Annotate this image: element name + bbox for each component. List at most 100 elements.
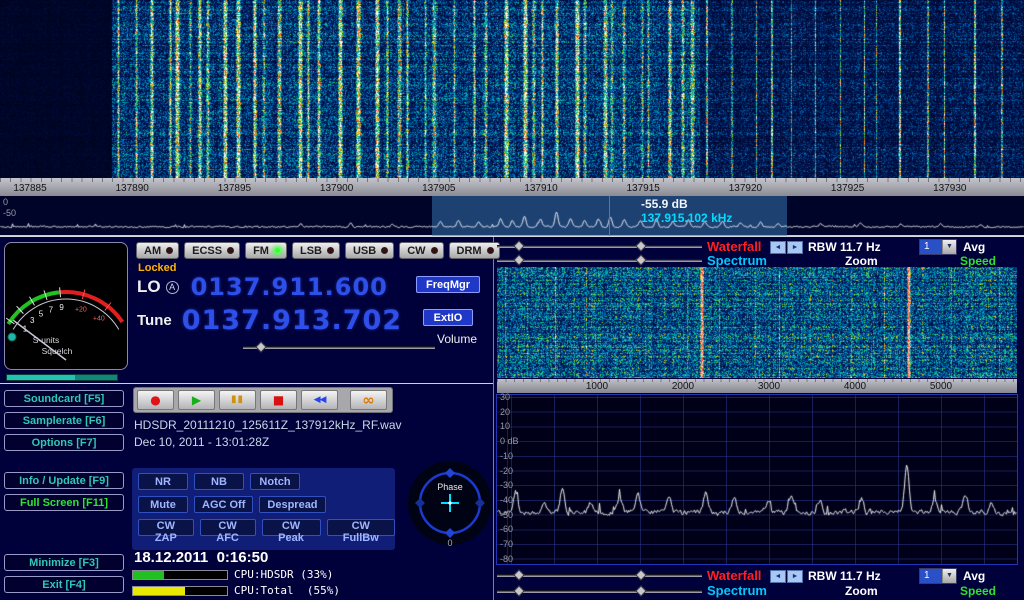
speed-label: Speed: [960, 584, 996, 598]
sidebar-button[interactable]: Full Screen [F11]: [4, 494, 124, 511]
dsp-button[interactable]: CW AFC: [200, 519, 256, 536]
db-axis-label: -50: [3, 208, 16, 218]
mode-button[interactable]: CW: [399, 242, 443, 259]
stop-button[interactable]: ■: [260, 390, 297, 410]
slider-thumb[interactable]: [635, 569, 646, 580]
dsp-button[interactable]: NB: [194, 473, 244, 490]
avg-label: Avg: [963, 240, 985, 254]
recording-file-date: Dec 10, 2011 - 13:01:28Z: [134, 435, 269, 449]
sidebar-button[interactable]: Info / Update [F9]: [4, 472, 124, 489]
mode-led-icon: [381, 247, 388, 254]
svg-text:5: 5: [39, 310, 44, 319]
zoom-out-button[interactable]: ◄: [770, 241, 786, 254]
ruler-tick-label: 5000: [930, 381, 952, 392]
mode-button[interactable]: USB: [345, 242, 394, 259]
record-icon: ●: [150, 394, 160, 406]
tune-label: Tune: [137, 312, 172, 329]
audio-waterfall-display[interactable]: [497, 267, 1017, 378]
volume-label: Volume: [437, 332, 477, 346]
main-panel: 1 3 5 7 9 +20 +40 S-units Squelch Soundc…: [0, 236, 1024, 600]
waterfall-brightness-slider[interactable]: [497, 569, 702, 581]
slider-thumb[interactable]: [513, 240, 524, 251]
dsp-button[interactable]: Despread: [259, 496, 325, 513]
rewind-button[interactable]: ◀◀: [301, 390, 338, 410]
dsp-button[interactable]: CW ZAP: [138, 519, 194, 536]
pause-button[interactable]: ▮▮: [219, 390, 256, 410]
spectrum-range-slider[interactable]: [497, 254, 702, 266]
mode-button[interactable]: AM: [136, 242, 179, 259]
audio-spectrum-display[interactable]: 3020100 dB-10-20-30-40-50-60-70-80: [496, 394, 1018, 565]
spectrum-range-slider[interactable]: [497, 585, 702, 597]
freqmgr-button[interactable]: FreqMgr: [416, 276, 480, 293]
sidebar-button[interactable]: Soundcard [F5]: [4, 390, 124, 407]
slider-thumb[interactable]: [513, 585, 524, 596]
db-axis-label: 0 dB: [500, 436, 519, 446]
extio-button[interactable]: ExtIO: [423, 309, 473, 326]
db-axis-label: -40: [500, 495, 513, 505]
loop-icon: ∞: [362, 393, 375, 408]
frequency-ruler[interactable]: 1378851378901378951379001379051379101379…: [0, 178, 1024, 196]
mode-led-icon: [227, 247, 234, 254]
sidebar-button[interactable]: Exit [F4]: [4, 576, 124, 593]
record-button[interactable]: ●: [137, 390, 174, 410]
waterfall-brightness-slider[interactable]: [497, 240, 702, 252]
sidebar-button[interactable]: Options [F7]: [4, 434, 124, 451]
spectrum-label: Spectrum: [707, 253, 767, 268]
tune-frequency-display[interactable]: 0137.913.702: [182, 305, 402, 336]
svg-text:Phase: Phase: [437, 482, 463, 492]
avg-count-select[interactable]: 1 ▼: [919, 239, 957, 255]
sidebar-button[interactable]: Samplerate [F6]: [4, 412, 124, 429]
cpu-meter-row: CPU:HDSDR (33%): [132, 568, 340, 581]
cpu-meters: CPU:HDSDR (33%) CPU:Total (55%): [132, 568, 340, 597]
zoom-label: Zoom: [845, 584, 878, 598]
mode-button[interactable]: ECSS: [184, 242, 240, 259]
ruler-tick-label: 137905: [422, 183, 455, 194]
dsp-button[interactable]: CW FullBw: [327, 519, 395, 536]
svg-text:Squelch: Squelch: [42, 346, 73, 356]
dsp-button[interactable]: NR: [138, 473, 188, 490]
zoom-in-button[interactable]: ►: [787, 570, 803, 583]
db-axis-label: -70: [500, 539, 513, 549]
audio-frequency-ruler[interactable]: 10002000300040005000: [497, 379, 1017, 393]
ruler-tick-label: 137930: [933, 183, 966, 194]
svg-text:0: 0: [447, 538, 452, 548]
lo-frequency-display[interactable]: 0137.911.600: [191, 273, 388, 301]
sidebar-button[interactable]: Minimize [F3]: [4, 554, 124, 571]
slider-thumb[interactable]: [513, 569, 524, 580]
mode-button-row: AM ECSS FM LSB U: [136, 242, 500, 259]
slider-thumb[interactable]: [635, 240, 646, 251]
slider-thumb[interactable]: [255, 341, 266, 352]
main-spectrum-display[interactable]: 0 -50 -55.9 dB 137.915.102 kHz: [0, 196, 1024, 236]
loop-button[interactable]: ∞: [350, 390, 387, 410]
squelch-level-bar[interactable]: [6, 374, 118, 381]
dsp-button[interactable]: Mute: [138, 496, 188, 513]
zoom-out-button[interactable]: ◄: [770, 570, 786, 583]
mode-button[interactable]: FM: [245, 242, 287, 259]
waterfall-label: Waterfall: [707, 239, 761, 254]
svg-text:+40: +40: [93, 316, 105, 323]
dsp-button[interactable]: AGC Off: [194, 496, 253, 513]
svg-text:9: 9: [59, 303, 64, 312]
dsp-button[interactable]: Notch: [250, 473, 300, 490]
db-axis-label: -10: [500, 451, 513, 461]
ruler-tick-label: 4000: [844, 381, 866, 392]
lo-auto-badge[interactable]: A: [166, 281, 179, 294]
mode-button[interactable]: DRM: [449, 242, 500, 259]
play-button[interactable]: ▶: [178, 390, 215, 410]
zoom-in-button[interactable]: ►: [787, 241, 803, 254]
pause-icon: ▮▮: [231, 395, 244, 405]
volume-slider[interactable]: [243, 341, 435, 353]
slider-thumb[interactable]: [635, 585, 646, 596]
chevron-down-icon[interactable]: ▼: [942, 240, 956, 254]
slider-thumb[interactable]: [635, 254, 646, 265]
mode-button[interactable]: LSB: [292, 242, 340, 259]
hdsdr-app: 1378851378901378951379001379051379101379…: [0, 0, 1024, 600]
avg-count-select[interactable]: 1 ▼: [919, 568, 957, 584]
ruler-tick-label: 137895: [218, 183, 251, 194]
dsp-button[interactable]: CW Peak: [262, 519, 321, 536]
slider-thumb[interactable]: [513, 254, 524, 265]
main-waterfall-display[interactable]: [0, 0, 1024, 178]
db-axis-label: -60: [500, 524, 513, 534]
recording-file-name: HDSDR_20111210_125611Z_137912kHz_RF.wav: [134, 418, 402, 432]
chevron-down-icon[interactable]: ▼: [942, 569, 956, 583]
